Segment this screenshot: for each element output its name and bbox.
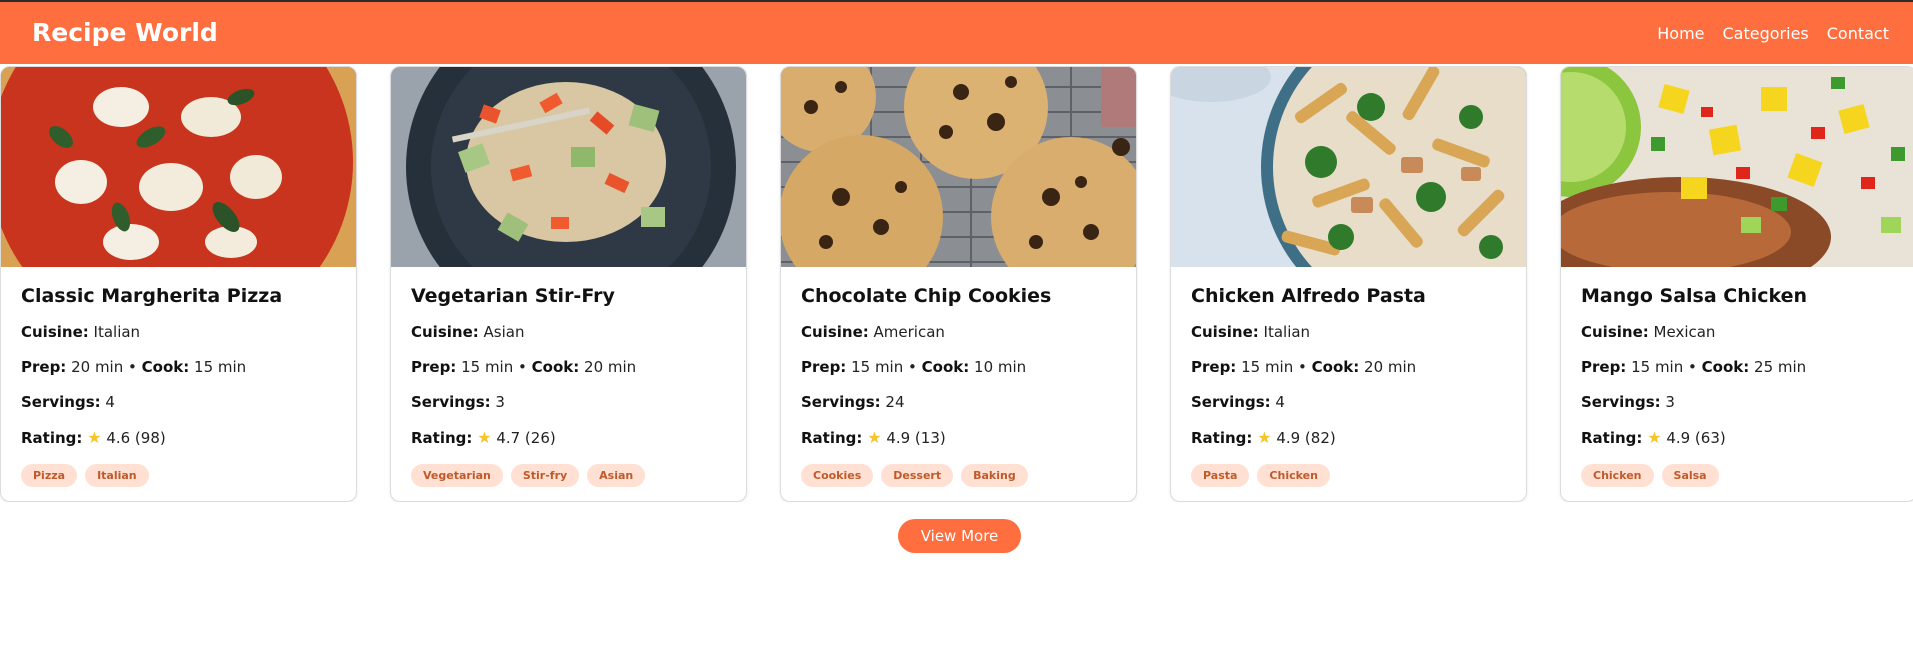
recipe-rating: Rating: ★ 4.9 (13): [801, 428, 946, 447]
nav-contact[interactable]: Contact: [1827, 24, 1889, 43]
recipe-rating: Rating: ★ 4.9 (63): [1581, 428, 1726, 447]
recipe-servings: Servings: 4: [21, 393, 115, 411]
tag-pill[interactable]: Salsa: [1661, 464, 1719, 487]
nav-home[interactable]: Home: [1657, 24, 1704, 43]
view-more-button[interactable]: View More: [898, 519, 1021, 553]
recipe-servings: Servings: 3: [1581, 393, 1675, 411]
recipe-cuisine: Cuisine: Mexican: [1581, 323, 1716, 341]
recipe-cuisine: Cuisine: Italian: [1191, 323, 1311, 341]
main-nav: Home Categories Contact: [1657, 24, 1889, 43]
recipe-title[interactable]: Classic Margherita Pizza: [21, 285, 282, 307]
nav-categories[interactable]: Categories: [1723, 24, 1809, 43]
tag-pill[interactable]: Pizza: [21, 464, 78, 487]
recipe-times: Prep: 15 min • Cook: 20 min: [1191, 358, 1417, 376]
tag-pill[interactable]: Stir-fry: [510, 464, 580, 487]
recipe-image[interactable]: [391, 67, 746, 267]
margherita-pizza-photo: [1, 67, 356, 267]
chicken-alfredo-pasta-photo: [1171, 67, 1526, 267]
recipe-card[interactable]: Vegetarian Stir-Fry Cuisine: Asian Prep:…: [390, 66, 747, 502]
recipe-image[interactable]: [1171, 67, 1526, 267]
recipe-times: Prep: 15 min • Cook: 25 min: [1581, 358, 1807, 376]
recipe-image[interactable]: [781, 67, 1136, 267]
tag-pill[interactable]: Italian: [85, 464, 149, 487]
recipe-title[interactable]: Vegetarian Stir-Fry: [411, 285, 615, 307]
star-icon: ★: [1257, 428, 1272, 447]
recipe-servings: Servings: 3: [411, 393, 505, 411]
chocolate-chip-cookies-photo: [781, 67, 1136, 267]
recipe-servings: Servings: 4: [1191, 393, 1285, 411]
star-icon: ★: [1647, 428, 1662, 447]
recipe-rating: Rating: ★ 4.9 (82): [1191, 428, 1336, 447]
recipe-tags: Chicken Salsa: [1581, 464, 1719, 487]
star-icon: ★: [477, 428, 492, 447]
star-icon: ★: [867, 428, 882, 447]
recipe-card[interactable]: Chicken Alfredo Pasta Cuisine: Italian P…: [1170, 66, 1527, 502]
recipe-cuisine: Cuisine: American: [801, 323, 945, 341]
recipe-card-grid: Classic Margherita Pizza Cuisine: Italia…: [0, 66, 1913, 502]
tag-pill[interactable]: Dessert: [881, 464, 954, 487]
recipe-rating: Rating: ★ 4.6 (98): [21, 428, 166, 447]
recipe-image[interactable]: [1, 67, 356, 267]
site-brand[interactable]: Recipe World: [32, 18, 218, 47]
recipe-times: Prep: 15 min • Cook: 20 min: [411, 358, 637, 376]
tag-pill[interactable]: Vegetarian: [411, 464, 503, 487]
tag-pill[interactable]: Chicken: [1257, 464, 1330, 487]
tag-pill[interactable]: Cookies: [801, 464, 874, 487]
recipe-card[interactable]: Mango Salsa Chicken Cuisine: Mexican Pre…: [1560, 66, 1913, 502]
recipe-times: Prep: 20 min • Cook: 15 min: [21, 358, 247, 376]
tag-pill[interactable]: Chicken: [1581, 464, 1654, 487]
recipe-image[interactable]: [1561, 67, 1913, 267]
mango-salsa-chicken-photo: [1561, 67, 1913, 267]
recipe-tags: Cookies Dessert Baking: [801, 464, 1028, 487]
star-icon: ★: [87, 428, 102, 447]
vegetable-stir-fry-photo: [391, 67, 746, 267]
recipe-card[interactable]: Classic Margherita Pizza Cuisine: Italia…: [0, 66, 357, 502]
recipe-tags: Vegetarian Stir-fry Asian: [411, 464, 646, 487]
recipe-title[interactable]: Mango Salsa Chicken: [1581, 285, 1807, 307]
recipe-card[interactable]: Chocolate Chip Cookies Cuisine: American…: [780, 66, 1137, 502]
top-navbar: Recipe World Home Categories Contact: [0, 0, 1913, 64]
recipe-rating: Rating: ★ 4.7 (26): [411, 428, 556, 447]
recipe-tags: Pizza Italian: [21, 464, 149, 487]
tag-pill[interactable]: Baking: [961, 464, 1028, 487]
recipe-times: Prep: 15 min • Cook: 10 min: [801, 358, 1027, 376]
recipe-title[interactable]: Chicken Alfredo Pasta: [1191, 285, 1426, 307]
tag-pill[interactable]: Pasta: [1191, 464, 1250, 487]
recipe-cuisine: Cuisine: Asian: [411, 323, 525, 341]
recipe-tags: Pasta Chicken: [1191, 464, 1330, 487]
recipe-servings: Servings: 24: [801, 393, 905, 411]
recipe-title[interactable]: Chocolate Chip Cookies: [801, 285, 1051, 307]
recipe-cuisine: Cuisine: Italian: [21, 323, 141, 341]
tag-pill[interactable]: Asian: [587, 464, 646, 487]
